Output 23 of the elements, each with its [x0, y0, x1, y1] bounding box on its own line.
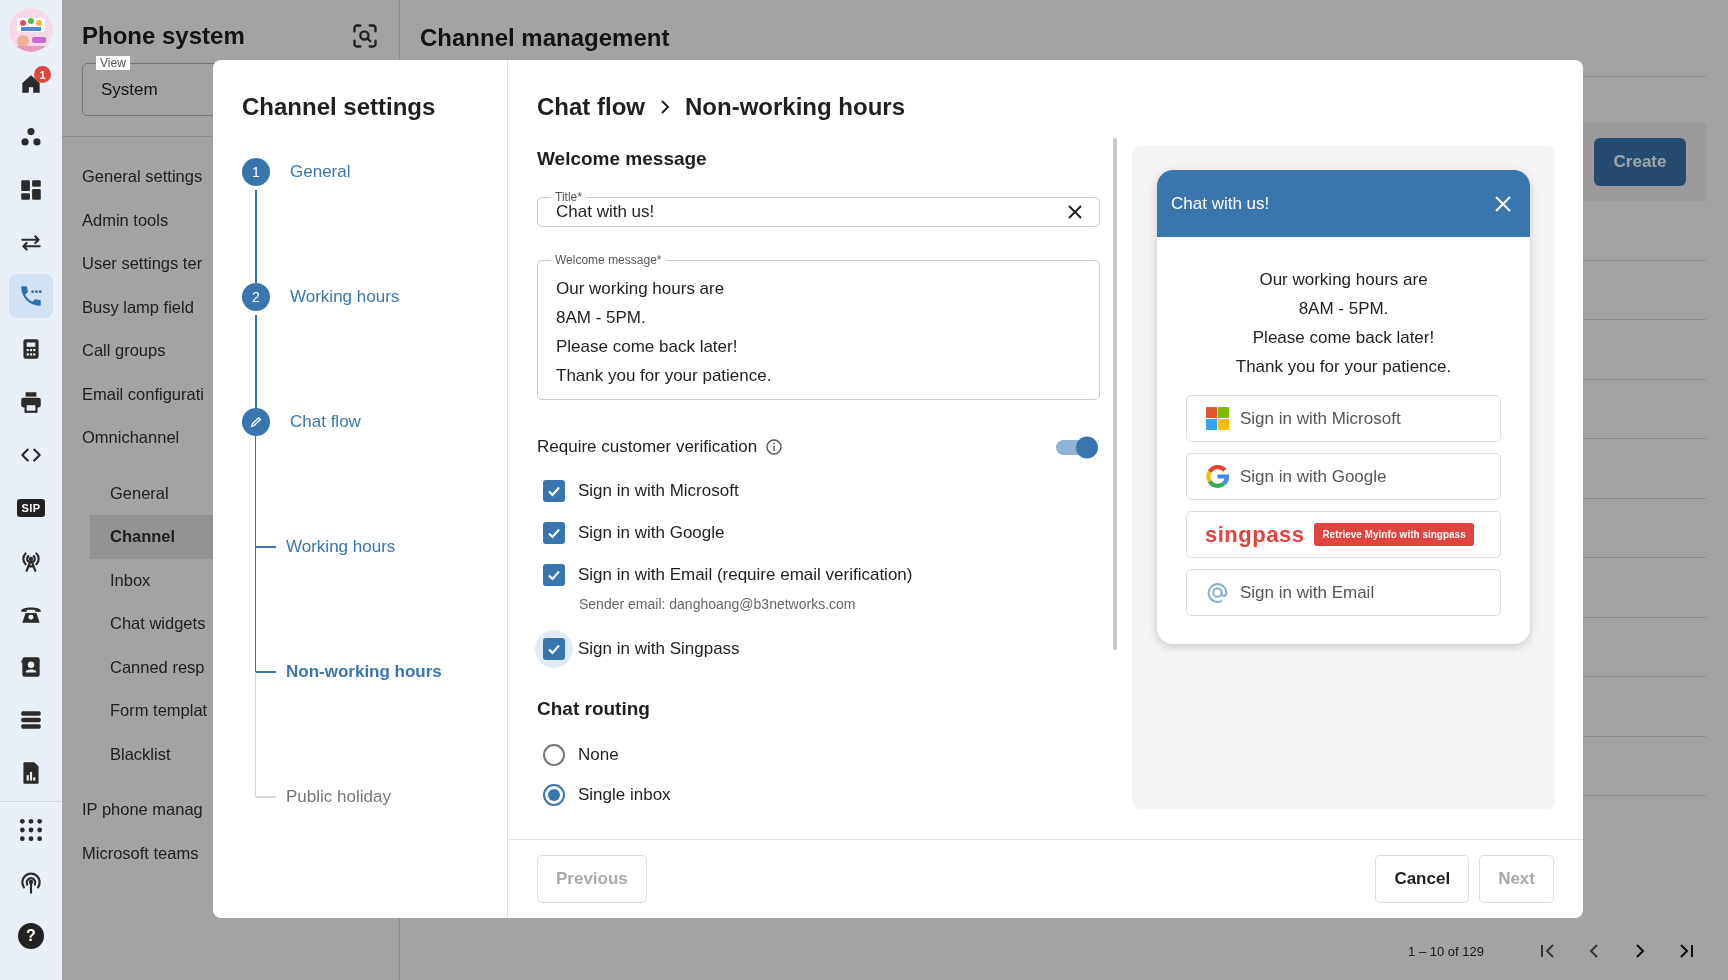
radio-label: Single inbox — [578, 785, 671, 805]
breadcrumb-item: Non-working hours — [685, 92, 905, 122]
checkbox-label: Sign in with Microsoft — [578, 481, 739, 501]
chat-message: Our working hours are 8AM - 5PM. Please come back later! Thank you for your patience. — [1234, 269, 1453, 378]
radio-label: None — [578, 745, 619, 765]
dialog-title: Channel settings — [242, 92, 437, 122]
chat-title: Chat with us! — [1171, 193, 1270, 214]
sender-email-note: Sender email: danghoang@b3networks.com — [579, 596, 857, 612]
checkbox-label: Sign in with Singpass — [578, 639, 740, 659]
checkbox-label: Sign in with Google — [578, 523, 725, 543]
notification-badge: 1 — [34, 66, 51, 83]
pagination-range: 1 – 10 of 129 — [1408, 943, 1484, 959]
help-icon: ? — [18, 923, 44, 949]
sip-icon: SIP — [17, 499, 45, 517]
section-heading: Welcome message — [537, 148, 708, 170]
section-heading: Chat routing — [537, 698, 651, 720]
step-number: 2 — [242, 283, 270, 311]
step-number: 1 — [242, 158, 270, 186]
page-title: Channel management — [420, 23, 671, 53]
checkbox-label: Sign in with Email (require email verification) — [578, 565, 913, 585]
setting-label: Require customer verification — [537, 437, 758, 457]
panel-title: Phone system — [82, 22, 245, 50]
breadcrumb-item: Chat flow — [537, 92, 645, 122]
